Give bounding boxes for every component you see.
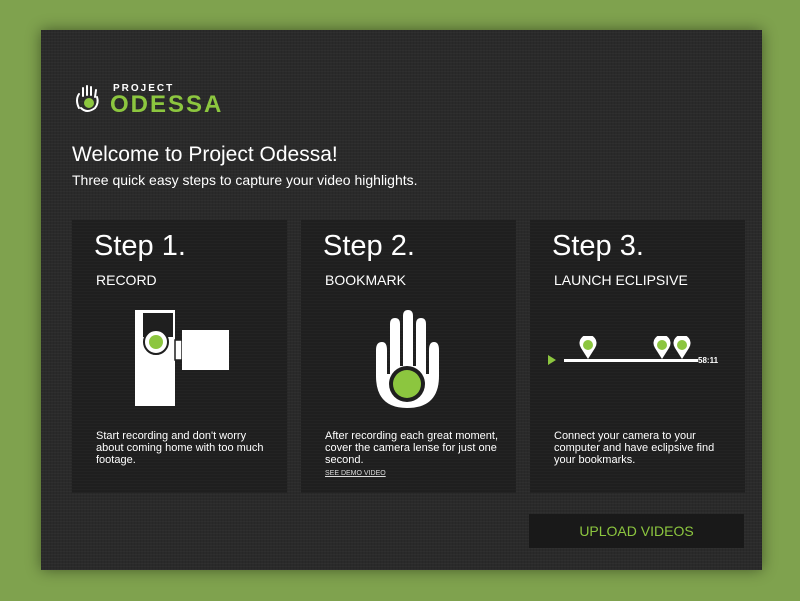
timeline-bookmarks-icon <box>548 336 698 365</box>
logo-bottom-text: ODESSA <box>110 91 224 118</box>
step-number: Step 3. <box>552 230 644 262</box>
upload-videos-button[interactable]: UPLOAD VIDEOS <box>529 514 744 548</box>
page-subtitle: Three quick easy steps to capture your v… <box>72 172 418 188</box>
camcorder-icon <box>135 310 229 406</box>
step-card-bookmark: Step 2. BOOKMARK After recording each gr… <box>301 220 516 493</box>
see-demo-video-link[interactable]: SEE DEMO VIDEO <box>325 470 386 477</box>
hand-bookmark-icon <box>376 310 439 408</box>
step-label: LAUNCH ECLIPSIVE <box>554 272 688 288</box>
step-card-record: Step 1. RECORD Start recording and don't… <box>72 220 287 493</box>
step-number: Step 1. <box>94 230 186 262</box>
main-panel: PROJECT ODESSA Welcome to Project Odessa… <box>41 30 762 570</box>
page-title: Welcome to Project Odessa! <box>72 143 338 166</box>
logo: PROJECT ODESSA <box>73 82 243 118</box>
step-label: BOOKMARK <box>325 272 406 288</box>
step-description: Connect your camera to your computer and… <box>554 430 715 466</box>
step-description: Start recording and don't worry about co… <box>96 430 264 466</box>
timeline-timestamp: 58:11 <box>698 356 719 365</box>
step-description: After recording each great moment, cover… <box>325 430 499 466</box>
hand-logo-icon <box>76 85 99 112</box>
step-card-launch: Step 3. LAUNCH ECLIPSIVE 58:11 Connect y… <box>530 220 745 493</box>
step-number: Step 2. <box>323 230 415 262</box>
step-label: RECORD <box>96 272 157 288</box>
